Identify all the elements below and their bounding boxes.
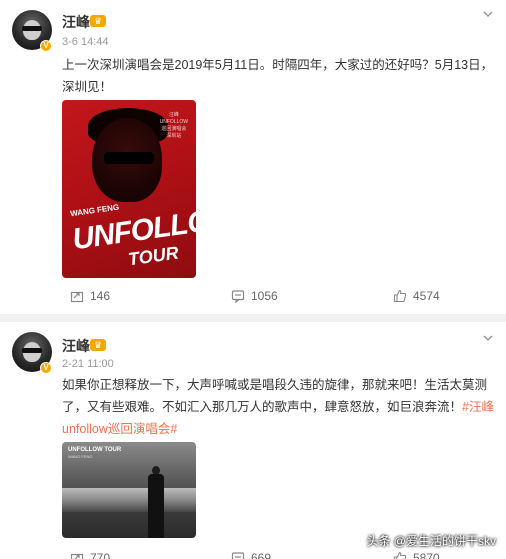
verified-badge-icon: V bbox=[40, 362, 52, 374]
comment-count: 1056 bbox=[251, 289, 278, 303]
repost-count: 770 bbox=[90, 551, 111, 559]
post-text: 上一次深圳演唱会是2019年5月11日。时隔四年，大家过的还好吗？5月13日，深… bbox=[62, 58, 494, 94]
vip-crown-icon: ♛ bbox=[90, 339, 106, 351]
action-bar: 770 669 5870 bbox=[0, 548, 506, 559]
repost-icon bbox=[70, 291, 84, 303]
weibo-post: V 汪峰 ♛ 2-21 11:00 如果你正想释放一下，大声呼喊或是唱段久违的旋… bbox=[0, 322, 506, 559]
repost-count: 146 bbox=[90, 289, 111, 303]
post-separator bbox=[0, 314, 506, 322]
verified-badge-icon: V bbox=[40, 40, 52, 52]
chevron-down-icon[interactable] bbox=[482, 8, 494, 20]
post-time[interactable]: 3-6 14:44 bbox=[62, 36, 108, 48]
poster-brand: WANG FENG bbox=[69, 202, 120, 219]
like-count: 5870 bbox=[413, 551, 440, 559]
watermark: 头条 @爱生活的饼干skv bbox=[366, 534, 496, 548]
author-name[interactable]: 汪峰 bbox=[62, 336, 90, 356]
repost-button[interactable]: 770 bbox=[70, 548, 110, 559]
post-image-poster[interactable]: UNFOLLOW TOUR WANG FENG bbox=[62, 442, 196, 538]
comment-count: 669 bbox=[251, 551, 272, 559]
comment-button[interactable]: 1056 bbox=[231, 286, 278, 306]
repost-icon bbox=[70, 553, 84, 559]
post-text: 如果你正想释放一下，大声呼喊或是唱段久违的旋律，那就来吧！生活太莫测了，又有些艰… bbox=[62, 374, 498, 440]
repost-button[interactable]: 146 bbox=[70, 286, 110, 306]
comment-button[interactable]: 669 bbox=[231, 548, 271, 559]
sunglasses-graphic bbox=[104, 152, 154, 164]
author-name[interactable]: 汪峰 bbox=[62, 12, 90, 32]
thumbs-up-icon bbox=[393, 289, 407, 303]
like-count: 4574 bbox=[413, 289, 440, 303]
like-button[interactable]: 4574 bbox=[393, 286, 440, 306]
comment-icon bbox=[231, 290, 245, 303]
poster-small-text: 汪峰 UNFOLLOW 巡回演唱会 深圳站 bbox=[159, 112, 188, 139]
post-time[interactable]: 2-21 11:00 bbox=[62, 358, 114, 370]
weibo-post: V 汪峰 ♛ 3-6 14:44 上一次深圳演唱会是2019年5月11日。时隔四… bbox=[0, 0, 506, 314]
chevron-down-icon[interactable] bbox=[482, 332, 494, 344]
poster-name: WANG FENG bbox=[68, 454, 93, 459]
comment-icon bbox=[231, 552, 245, 559]
vip-crown-icon: ♛ bbox=[90, 15, 106, 27]
standing-figure-graphic bbox=[148, 466, 164, 538]
like-button[interactable]: 5870 bbox=[393, 548, 440, 559]
action-bar: 146 1056 4574 bbox=[0, 286, 506, 306]
poster-title: UNFOLLOW TOUR bbox=[68, 447, 122, 453]
post-image-poster[interactable]: 汪峰 UNFOLLOW 巡回演唱会 深圳站 WANG FENG UNFOLLOW… bbox=[62, 100, 196, 278]
thumbs-up-icon bbox=[393, 551, 407, 559]
post-text-body: 如果你正想释放一下，大声呼喊或是唱段久违的旋律，那就来吧！生活太莫测了，又有些艰… bbox=[62, 378, 488, 414]
